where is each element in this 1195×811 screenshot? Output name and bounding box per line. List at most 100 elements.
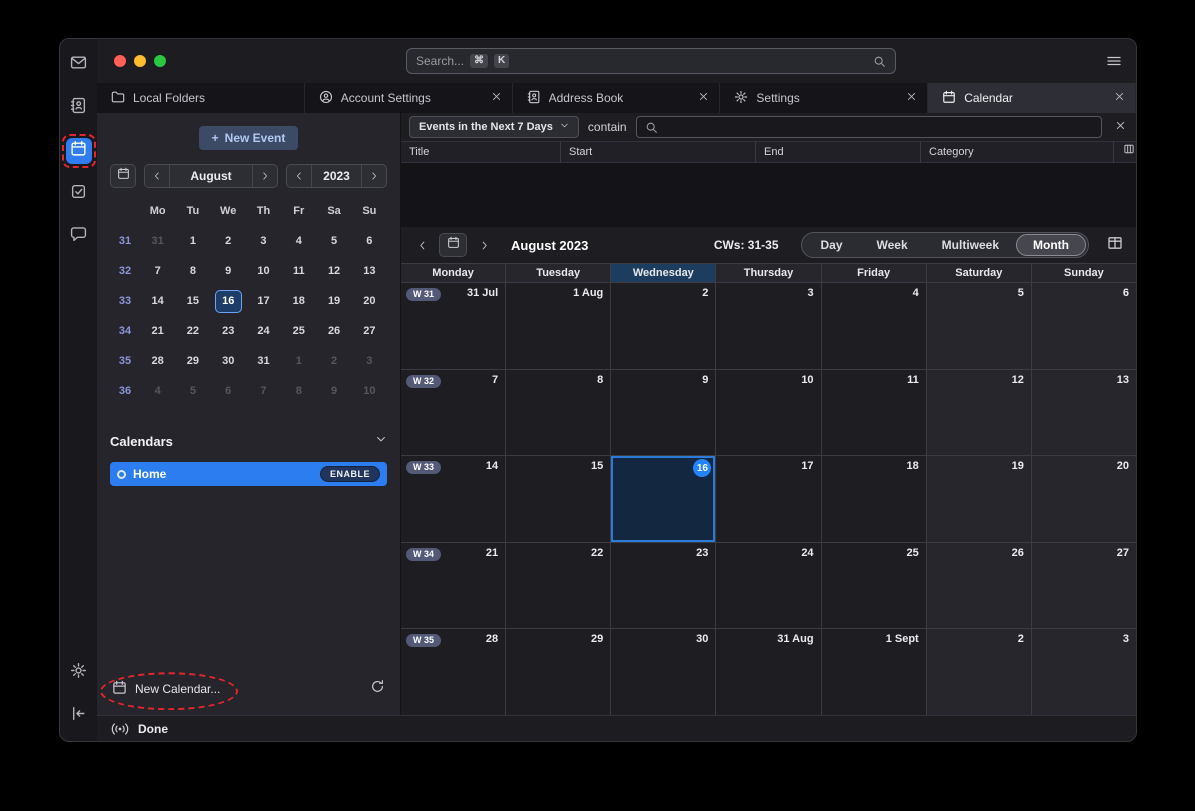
month-view-day-cell[interactable]: 22 [506, 543, 611, 629]
month-view-day-cell[interactable]: 8 [506, 370, 611, 456]
month-view-day-cell[interactable]: W 3314 [401, 456, 506, 542]
mini-calendar-day[interactable]: 16 [211, 286, 246, 316]
mini-calendar-day[interactable]: 9 [316, 376, 351, 406]
mini-calendar-day[interactable]: 10 [352, 376, 387, 406]
close-tab-icon[interactable] [906, 91, 917, 105]
mini-calendar-day[interactable]: 14 [140, 286, 175, 316]
month-view-day-cell[interactable]: W 3421 [401, 543, 506, 629]
mini-calendar-day[interactable]: 15 [175, 286, 210, 316]
new-calendar-button[interactable]: New Calendar... [112, 680, 220, 698]
month-view-day-cell[interactable]: 11 [822, 370, 927, 456]
mini-calendar-day[interactable]: 1 [281, 346, 316, 376]
mini-calendar-day[interactable]: 30 [211, 346, 246, 376]
column-header-end[interactable]: End [756, 142, 921, 162]
month-view-day-cell[interactable]: 6 [1032, 283, 1136, 369]
mini-calendar-day[interactable]: 5 [316, 226, 351, 256]
column-header-start[interactable]: Start [561, 142, 756, 162]
month-view-day-cell[interactable]: 1 Sept [822, 629, 927, 715]
month-view-day-cell[interactable]: 27 [1032, 543, 1136, 629]
event-filter-search-input[interactable] [636, 116, 1102, 138]
mini-calendar-day[interactable]: 4 [140, 376, 175, 406]
mini-calendar-day[interactable]: 9 [211, 256, 246, 286]
close-tab-icon[interactable] [1114, 91, 1125, 105]
mini-calendar-day[interactable]: 29 [175, 346, 210, 376]
mini-calendar-day[interactable]: 4 [281, 226, 316, 256]
previous-period-button[interactable] [411, 234, 433, 256]
tab-local-folders[interactable]: Local Folders [97, 83, 305, 113]
mini-calendar-day[interactable]: 20 [352, 286, 387, 316]
mini-calendar-day[interactable]: 11 [281, 256, 316, 286]
month-view-day-cell[interactable]: W 327 [401, 370, 506, 456]
month-view-day-cell[interactable]: 30 [611, 629, 716, 715]
address-book-space-button[interactable] [66, 95, 92, 121]
view-button-month[interactable]: Month [1016, 234, 1086, 256]
column-header-category[interactable]: Category [921, 142, 1114, 162]
month-view-day-cell[interactable]: 20 [1032, 456, 1136, 542]
mini-calendar-day[interactable]: 3 [246, 226, 281, 256]
month-view-day-cell[interactable]: 12 [927, 370, 1032, 456]
tab-calendar[interactable]: Calendar [928, 83, 1136, 113]
month-view-day-cell[interactable]: 3 [716, 283, 821, 369]
month-view-day-cell[interactable]: 19 [927, 456, 1032, 542]
settings-space-button[interactable] [66, 660, 92, 686]
month-view-day-cell[interactable]: 1 Aug [506, 283, 611, 369]
mini-calendar-day[interactable]: 24 [246, 316, 281, 346]
month-view-day-cell[interactable]: W 3528 [401, 629, 506, 715]
mini-calendar-day[interactable]: 12 [316, 256, 351, 286]
previous-month-button[interactable] [145, 165, 169, 187]
mini-calendar-day[interactable]: 25 [281, 316, 316, 346]
tab-account-settings[interactable]: Account Settings [305, 83, 513, 113]
global-search-input[interactable]: Search... ⌘ K [406, 48, 896, 74]
view-button-multiweek[interactable]: Multiweek [925, 234, 1016, 256]
calendar-list-item-home[interactable]: Home ENABLE [110, 462, 387, 486]
go-to-today-button[interactable] [439, 233, 467, 257]
tasks-space-button[interactable] [66, 181, 92, 207]
month-view-day-cell[interactable]: 16 [611, 456, 716, 542]
mini-calendar-day[interactable]: 2 [211, 226, 246, 256]
column-header-title[interactable]: Title [401, 142, 561, 162]
next-year-button[interactable] [362, 165, 386, 187]
mini-calendar-day[interactable]: 3 [352, 346, 387, 376]
tab-address-book[interactable]: Address Book [513, 83, 721, 113]
chat-space-button[interactable] [66, 224, 92, 250]
month-view-day-cell[interactable]: 25 [822, 543, 927, 629]
new-event-button[interactable]: + New Event [199, 126, 299, 150]
event-list-empty[interactable] [401, 163, 1136, 227]
month-view-day-cell[interactable]: 29 [506, 629, 611, 715]
month-view-day-cell[interactable]: 5 [927, 283, 1032, 369]
month-view-day-cell[interactable]: 4 [822, 283, 927, 369]
month-view-day-cell[interactable]: 3 [1032, 629, 1136, 715]
month-view-day-cell[interactable]: 26 [927, 543, 1032, 629]
mini-calendar-day[interactable]: 13 [352, 256, 387, 286]
minimize-window-button[interactable] [134, 55, 146, 67]
mini-calendar-day[interactable]: 7 [246, 376, 281, 406]
event-range-dropdown[interactable]: Events in the Next 7 Days [409, 116, 579, 138]
mini-calendar-day[interactable]: 10 [246, 256, 281, 286]
enable-badge[interactable]: ENABLE [320, 466, 380, 482]
month-view-day-cell[interactable]: 2 [927, 629, 1032, 715]
mini-calendar-day[interactable]: 19 [316, 286, 351, 316]
mini-calendar-day[interactable]: 31 [246, 346, 281, 376]
close-tab-icon[interactable] [698, 91, 709, 105]
mini-calendar-day[interactable]: 5 [175, 376, 210, 406]
month-view-day-cell[interactable]: 13 [1032, 370, 1136, 456]
mini-calendar-day[interactable]: 27 [352, 316, 387, 346]
month-view-day-cell[interactable]: 23 [611, 543, 716, 629]
mini-calendar-day[interactable]: 6 [211, 376, 246, 406]
mini-calendar-day[interactable]: 17 [246, 286, 281, 316]
tab-settings[interactable]: Settings [720, 83, 928, 113]
view-button-day[interactable]: Day [804, 234, 860, 256]
mini-calendar-today-button[interactable] [110, 164, 136, 188]
rotate-view-button[interactable] [1107, 235, 1123, 256]
mini-calendar-day[interactable]: 26 [316, 316, 351, 346]
month-view-day-cell[interactable]: 9 [611, 370, 716, 456]
month-view-day-cell[interactable]: 18 [822, 456, 927, 542]
close-tab-icon[interactable] [491, 91, 502, 105]
chevron-down-icon[interactable] [375, 432, 387, 450]
app-menu-button[interactable] [1106, 53, 1122, 69]
collapse-spaces-button[interactable] [66, 703, 92, 729]
month-view-day-cell[interactable]: 10 [716, 370, 821, 456]
close-window-button[interactable] [114, 55, 126, 67]
calendar-space-button[interactable] [66, 138, 92, 164]
mini-calendar-day[interactable]: 2 [316, 346, 351, 376]
